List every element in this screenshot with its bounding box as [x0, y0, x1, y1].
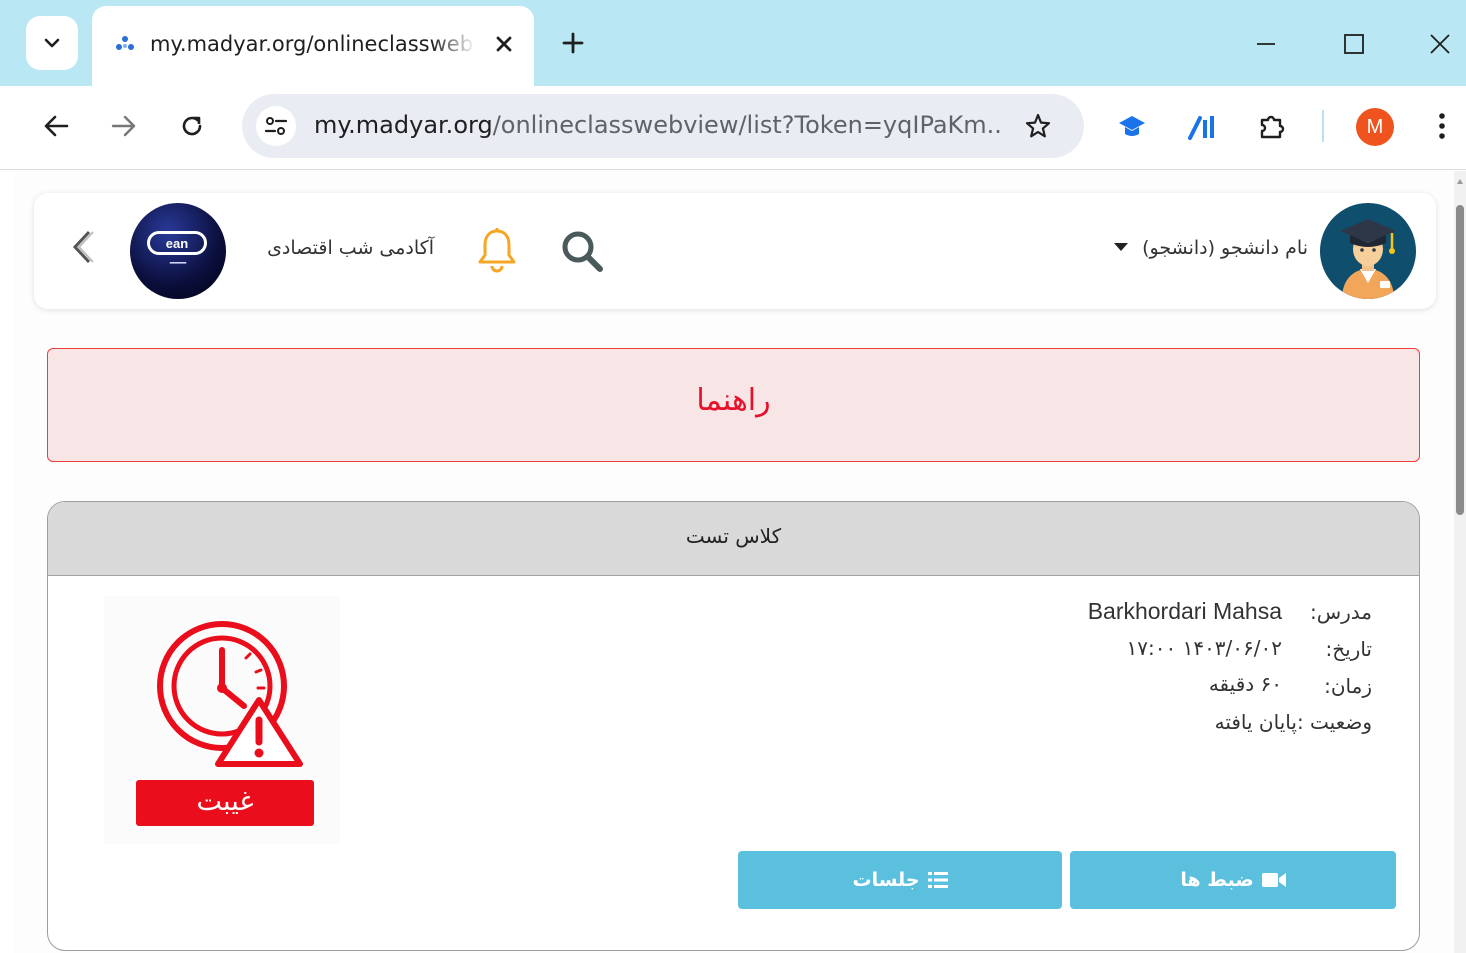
- browser-toolbar: my.madyar.org/onlineclasswebview/list?To…: [0, 86, 1466, 170]
- notifications-button[interactable]: [474, 227, 520, 273]
- extensions-button[interactable]: [1252, 106, 1292, 146]
- user-name-label: نام دانشجو (دانشجو): [1142, 237, 1308, 259]
- url-path: /onlineclasswebview/list?Token=yqIPaKm..…: [492, 111, 1004, 139]
- status-line: وضعیت :پایان یافته: [1214, 710, 1372, 734]
- date-label: تاریخ:: [1325, 637, 1372, 661]
- browser-tab[interactable]: my.madyar.org/onlineclasswebview: [92, 6, 534, 86]
- tab-strip: my.madyar.org/onlineclasswebview: [0, 0, 1466, 86]
- guide-banner[interactable]: راهنما: [47, 348, 1420, 462]
- caret-down-icon: [1114, 243, 1129, 251]
- new-tab-button[interactable]: [556, 26, 590, 60]
- recordings-button[interactable]: ضبط ها: [1070, 851, 1396, 909]
- bookmark-button[interactable]: [1020, 108, 1056, 144]
- class-card: کلاس تست مدرس: Barkhordari Mahsa تاریخ: …: [47, 501, 1420, 951]
- duration-label: زمان:: [1324, 674, 1372, 698]
- minimize-icon: [1257, 43, 1275, 45]
- academy-logo-subtext: ━━━: [169, 259, 187, 269]
- browser-menu-button[interactable]: [1422, 106, 1462, 146]
- maximize-icon: [1344, 34, 1364, 54]
- arrow-right-icon: [111, 115, 136, 137]
- academy-logo[interactable]: ean ━━━: [130, 203, 226, 299]
- sessions-button-label: جلسات: [852, 869, 920, 891]
- date-value: ۱۷:۰۰ ۱۴۰۳/۰۶/۰۲: [1126, 636, 1282, 660]
- close-icon: [1430, 34, 1450, 54]
- guide-text: راهنما: [696, 383, 771, 418]
- student-avatar[interactable]: [1320, 203, 1416, 299]
- page-scrollbar[interactable]: [1454, 171, 1466, 953]
- page-viewport: ean ━━━ آکادمی شب اقتصادی نام دانشجو (دا…: [14, 171, 1454, 953]
- video-camera-icon: [1261, 873, 1286, 887]
- star-icon: [1025, 113, 1051, 138]
- site-header: ean ━━━ آکادمی شب اقتصادی نام دانشجو (دا…: [34, 193, 1436, 309]
- duration-value: ۶۰ دقیقه: [1208, 672, 1282, 696]
- user-menu[interactable]: نام دانشجو (دانشجو): [1094, 237, 1308, 259]
- url-host: my.madyar.org: [314, 111, 493, 139]
- list-icon: [927, 872, 948, 888]
- minimize-button[interactable]: [1246, 24, 1286, 64]
- forward-button[interactable]: [104, 106, 144, 146]
- back-nav-button[interactable]: [62, 225, 102, 269]
- clock-warning-icon: [157, 621, 303, 767]
- search-icon: [562, 231, 603, 272]
- teacher-value: Barkhordari Mahsa: [1087, 598, 1282, 624]
- plus-icon: [562, 32, 584, 54]
- academy-logo-badge: ean: [147, 231, 207, 255]
- scroll-up-arrow-icon[interactable]: [1457, 179, 1463, 184]
- tab-title-fade: [432, 26, 476, 66]
- analytics-icon: [1188, 116, 1214, 140]
- extension-graduation-button[interactable]: [1112, 106, 1152, 146]
- absence-label: غیبت: [136, 780, 314, 826]
- chevron-down-icon: [44, 38, 60, 48]
- graduation-cap-icon: [1119, 116, 1145, 136]
- tune-icon: [264, 117, 288, 135]
- class-title: کلاس تست: [685, 524, 782, 548]
- tab-close-button[interactable]: [490, 30, 518, 58]
- more-vertical-icon: [1439, 113, 1445, 139]
- url-text[interactable]: my.madyar.org/onlineclasswebview/list?To…: [314, 111, 1004, 139]
- search-button[interactable]: [558, 227, 606, 275]
- toolbar-divider: [1322, 110, 1324, 142]
- maximize-button[interactable]: [1334, 24, 1374, 64]
- recordings-button-label: ضبط ها: [1180, 869, 1254, 891]
- puzzle-icon: [1260, 115, 1285, 139]
- reload-button[interactable]: [172, 106, 212, 146]
- site-info-button[interactable]: [256, 106, 296, 146]
- sessions-button[interactable]: جلسات: [738, 851, 1062, 909]
- scrollbar-thumb[interactable]: [1456, 205, 1464, 515]
- academy-name: آکادمی شب اقتصادی: [267, 237, 434, 259]
- madyar-favicon-icon: [116, 36, 134, 50]
- back-button[interactable]: [36, 106, 76, 146]
- close-window-button[interactable]: [1420, 24, 1460, 64]
- tab-title: my.madyar.org/onlineclasswebview: [150, 32, 472, 56]
- reload-icon: [182, 116, 202, 136]
- tab-search-button[interactable]: [26, 16, 78, 70]
- extension-analytics-button[interactable]: [1182, 106, 1222, 146]
- close-icon: [496, 36, 512, 52]
- chevron-left-icon: [72, 230, 94, 264]
- teacher-label: مدرس:: [1309, 600, 1372, 624]
- class-card-header: کلاس تست: [48, 502, 1419, 576]
- bell-icon: [478, 228, 516, 273]
- arrow-left-icon: [44, 115, 69, 137]
- student-graduate-icon: [1340, 219, 1396, 299]
- address-bar[interactable]: my.madyar.org/onlineclasswebview/list?To…: [242, 94, 1084, 158]
- profile-avatar-button[interactable]: M: [1356, 108, 1394, 146]
